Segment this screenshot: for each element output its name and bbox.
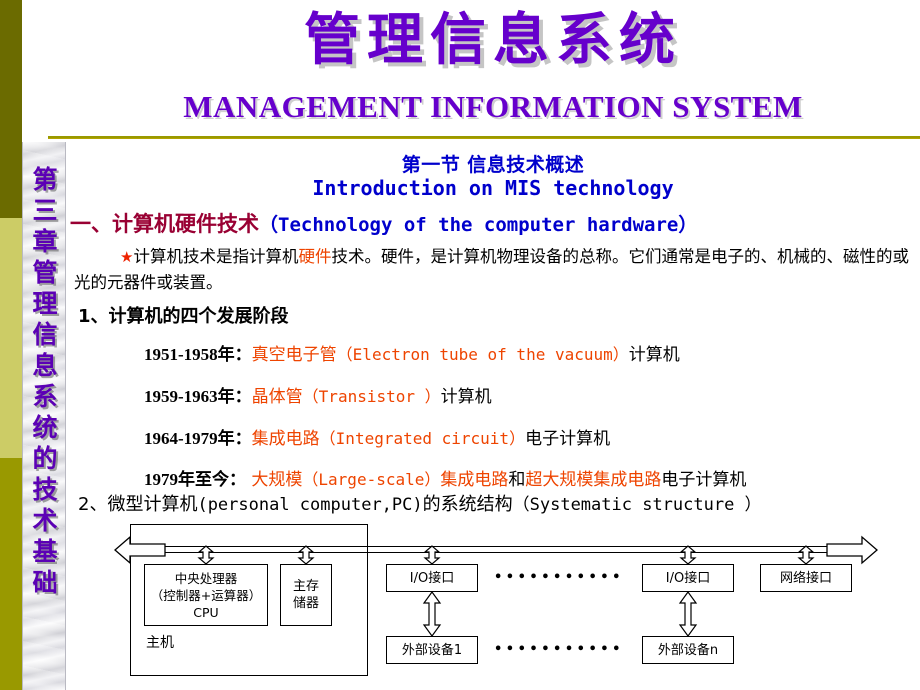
memory-line-2: 储器 [292, 596, 319, 611]
star-icon: ★ [120, 248, 134, 266]
bus-arrow-left-icon [114, 535, 166, 565]
section-heading-en: Introduction on MIS technology [312, 176, 674, 200]
stage-row-3: 1964-1979年：集成电路（Integrated circuit）电子计算机 [144, 424, 610, 449]
section-heading-cn: 第一节 信息技术概述 [401, 154, 585, 176]
io-interface-1-box: I/O接口 [386, 564, 478, 592]
item-one-label: 1、计算机的四个发展阶段 [78, 306, 289, 327]
item-two-mono-2: （Systematic structure ） [512, 495, 762, 515]
ion-device-connector-icon [678, 591, 698, 637]
stage-term-cn-1: 真空电子管 [251, 345, 337, 365]
stage-term-cn-3: 集成电路 [251, 429, 320, 449]
slide-title-cn: 管理信息系统 [304, 8, 682, 73]
stage-term-cn-2: 晶体管 [251, 387, 303, 407]
stage-years-2: 1959-1963年： [144, 387, 252, 406]
stage-years-4: 1979年至今： [144, 470, 246, 489]
stage-row-1: 1951-1958年：真空电子管（Electron tube of the va… [144, 340, 680, 365]
topic-one-cn: 一、计算机硬件技术 [70, 212, 259, 236]
ellipsis-bottom: ••••••••••• [494, 642, 624, 657]
stage-term-en-1: （Electron tube of the vacuum） [336, 345, 629, 364]
stage-tail-1: 计算机 [628, 345, 680, 365]
bus-connector-io1-icon [423, 545, 441, 565]
io1-device-connector-icon [422, 591, 442, 637]
left-color-band [0, 0, 22, 690]
item-two-prefix: 2、微型计算机 [78, 494, 198, 515]
stage-tail-4: 电子计算机 [661, 470, 747, 490]
main-memory-box: 主存 储器 [280, 564, 332, 626]
memory-line-1: 主存 [292, 579, 319, 594]
system-bus-line [144, 546, 854, 553]
io-interface-n-box: I/O接口 [642, 564, 734, 592]
topic-one-heading: 一、计算机硬件技术（Technology of the computer har… [70, 208, 697, 238]
pc-architecture-diagram: 主机 中央处理器 （控制器+运算器） CPU 主存 储器 I/O接口 I/O接口… [114, 524, 912, 688]
stage-term-en-3: （Integrated circuit） [319, 429, 526, 448]
external-device-1-box: 外部设备1 [386, 636, 478, 664]
slide-content: 第一节 信息技术概述 Introduction on MIS technolog… [66, 142, 920, 690]
stage-row-4: 1979年至今： 大规模（Large-scale）集成电路和超大规模集成电路电子… [144, 465, 746, 490]
stage-term-en-4: （Large-scale） [302, 470, 441, 489]
network-interface-box: 网络接口 [760, 564, 852, 592]
stage-term-cn2-4: 集成电路 [440, 470, 509, 490]
stage-years-1: 1951-1958年： [144, 345, 252, 364]
cpu-line-2: （控制器+运算器） [150, 587, 262, 603]
chapter-sidebar-label: 第三章 管理信息系统的技术基础 [32, 165, 58, 597]
item-two-mono-1: (personal computer,PC) [197, 495, 423, 515]
hardware-paragraph: ★计算机技术是指计算机硬件技术。硬件，是计算机物理设备的总称。它们通常是电子的、… [74, 244, 910, 296]
stage-conj-4: 和 [508, 470, 526, 490]
topic-one-en: （Technology of the computer hardware） [259, 214, 698, 236]
stage-term-cn3-4: 超大规模集成电路 [525, 470, 662, 490]
stage-term-cn-4: 大规模 [251, 470, 303, 490]
paragraph-part-1: 计算机技术是指计算机 [133, 247, 299, 266]
stage-row-2: 1959-1963年：晶体管（Transistor ）计算机 [144, 382, 492, 407]
slide-title-en: MANAGEMENT INFORMATION SYSTEM [183, 89, 803, 124]
item-two-middle: 的系统结构 [422, 494, 513, 515]
cpu-line-3: CPU [193, 604, 219, 620]
bus-arrow-right-icon [826, 535, 878, 565]
chapter-sidebar: 第三章 管理信息系统的技术基础 [22, 142, 66, 690]
bus-connector-cpu-icon [197, 545, 215, 565]
bus-connector-network-icon [797, 545, 815, 565]
title-divider-rule [48, 136, 920, 139]
paragraph-highlight: 硬件 [298, 247, 332, 266]
item-two-label: 2、微型计算机(personal computer,PC)的系统结构（Syste… [78, 490, 762, 516]
slide-title-block: 管理信息系统 MANAGEMENT INFORMATION SYSTEM [66, 0, 920, 140]
ellipsis-top: ••••••••••• [494, 570, 624, 585]
stage-years-3: 1964-1979年： [144, 429, 252, 448]
cpu-line-1: 中央处理器 [174, 570, 238, 586]
cpu-box: 中央处理器 （控制器+运算器） CPU [144, 564, 268, 626]
external-device-n-box: 外部设备n [642, 636, 734, 664]
stage-tail-3: 电子计算机 [525, 429, 611, 449]
host-label: 主机 [146, 635, 174, 651]
stage-term-en-2: （Transistor ） [302, 387, 441, 406]
bus-connector-memory-icon [297, 545, 315, 565]
stage-tail-2: 计算机 [440, 387, 492, 407]
bus-connector-ion-icon [679, 545, 697, 565]
